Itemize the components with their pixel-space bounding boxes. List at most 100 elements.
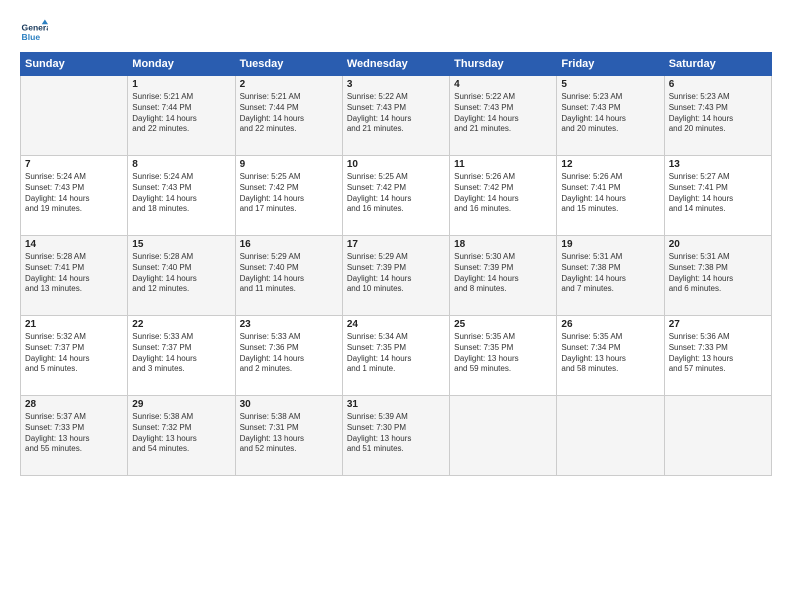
day-cell: 24 Sunrise: 5:34 AM Sunset: 7:35 PM Dayli… <box>342 316 449 396</box>
day-cell <box>21 76 128 156</box>
day-info: Sunrise: 5:31 AM Sunset: 7:38 PM Dayligh… <box>561 252 659 295</box>
day-info: Sunrise: 5:24 AM Sunset: 7:43 PM Dayligh… <box>132 172 230 215</box>
day-cell: 15Sunrise: 5:28 AM Sunset: 7:40 PM Dayli… <box>128 236 235 316</box>
day-info: Sunrise: 5:24 AM Sunset: 7:43 PM Dayligh… <box>25 172 123 215</box>
day-info: Sunrise: 5:23 AM Sunset: 7:43 PM Dayligh… <box>669 92 767 135</box>
week-row-3: 14 Sunrise: 5:28 AM Sunset: 7:41 PM Dayli… <box>21 236 772 316</box>
day-cell: 6Sunrise: 5:23 AM Sunset: 7:43 PM Daylig… <box>664 76 771 156</box>
day-number: 1 <box>132 79 230 90</box>
day-cell: 19 Sunrise: 5:31 AM Sunset: 7:38 PM Dayli… <box>557 236 664 316</box>
day-info: Sunrise: 5:29 AM Sunset: 7:40 PM Dayligh… <box>240 252 338 295</box>
day-info: Sunrise: 5:22 AM Sunset: 7:43 PM Dayligh… <box>454 92 552 135</box>
day-number: 23 <box>240 319 338 330</box>
day-cell: 4 Sunrise: 5:22 AM Sunset: 7:43 PM Daylig… <box>450 76 557 156</box>
day-cell: 31Sunrise: 5:39 AM Sunset: 7:30 PM Dayli… <box>342 396 449 476</box>
day-info: Sunrise: 5:35 AM Sunset: 7:35 PM Dayligh… <box>454 332 552 375</box>
day-info: Sunrise: 5:32 AM Sunset: 7:37 PM Dayligh… <box>25 332 123 375</box>
logo-icon: General Blue <box>20 18 48 46</box>
day-number: 3 <box>347 79 445 90</box>
day-number: 10 <box>347 159 445 170</box>
day-number: 7 <box>25 159 123 170</box>
day-cell: 22 Sunrise: 5:33 AM Sunset: 7:37 PM Dayli… <box>128 316 235 396</box>
day-info: Sunrise: 5:33 AM Sunset: 7:37 PM Dayligh… <box>132 332 230 375</box>
day-number: 4 <box>454 79 552 90</box>
day-number: 8 <box>132 159 230 170</box>
day-info: Sunrise: 5:37 AM Sunset: 7:33 PM Dayligh… <box>25 412 123 455</box>
day-number: 14 <box>25 239 123 250</box>
day-number: 5 <box>561 79 659 90</box>
day-number: 30 <box>240 399 338 410</box>
weekday-header-row: SundayMondayTuesdayWednesdayThursdayFrid… <box>21 53 772 76</box>
day-number: 16 <box>240 239 338 250</box>
weekday-header-wednesday: Wednesday <box>342 53 449 76</box>
day-info: Sunrise: 5:31 AM Sunset: 7:38 PM Dayligh… <box>669 252 767 295</box>
day-number: 25 <box>454 319 552 330</box>
day-number: 29 <box>132 399 230 410</box>
day-cell: 3 Sunrise: 5:22 AM Sunset: 7:43 PM Daylig… <box>342 76 449 156</box>
day-info: Sunrise: 5:35 AM Sunset: 7:34 PM Dayligh… <box>561 332 659 375</box>
day-cell: 7 Sunrise: 5:24 AM Sunset: 7:43 PM Daylig… <box>21 156 128 236</box>
day-info: Sunrise: 5:26 AM Sunset: 7:41 PM Dayligh… <box>561 172 659 215</box>
day-info: Sunrise: 5:30 AM Sunset: 7:39 PM Dayligh… <box>454 252 552 295</box>
day-info: Sunrise: 5:22 AM Sunset: 7:43 PM Dayligh… <box>347 92 445 135</box>
svg-text:Blue: Blue <box>22 32 41 42</box>
day-cell: 12 Sunrise: 5:26 AM Sunset: 7:41 PM Dayli… <box>557 156 664 236</box>
day-number: 24 <box>347 319 445 330</box>
day-cell: 13 Sunrise: 5:27 AM Sunset: 7:41 PM Dayli… <box>664 156 771 236</box>
day-number: 20 <box>669 239 767 250</box>
day-cell: 20 Sunrise: 5:31 AM Sunset: 7:38 PM Dayli… <box>664 236 771 316</box>
day-cell: 14 Sunrise: 5:28 AM Sunset: 7:41 PM Dayli… <box>21 236 128 316</box>
day-cell: 10 Sunrise: 5:25 AM Sunset: 7:42 PM Dayli… <box>342 156 449 236</box>
day-number: 17 <box>347 239 445 250</box>
header: General Blue <box>20 18 772 46</box>
day-info: Sunrise: 5:21 AM Sunset: 7:44 PM Dayligh… <box>240 92 338 135</box>
day-info: Sunrise: 5:39 AM Sunset: 7:30 PM Dayligh… <box>347 412 445 455</box>
day-cell <box>450 396 557 476</box>
weekday-header-saturday: Saturday <box>664 53 771 76</box>
day-cell: 17 Sunrise: 5:29 AM Sunset: 7:39 PM Dayli… <box>342 236 449 316</box>
day-cell: 9 Sunrise: 5:25 AM Sunset: 7:42 PM Daylig… <box>235 156 342 236</box>
day-number: 2 <box>240 79 338 90</box>
day-cell <box>664 396 771 476</box>
day-info: Sunrise: 5:28 AM Sunset: 7:40 PM Dayligh… <box>132 252 230 295</box>
week-row-1: 1 Sunrise: 5:21 AM Sunset: 7:44 PM Daylig… <box>21 76 772 156</box>
day-number: 28 <box>25 399 123 410</box>
day-number: 27 <box>669 319 767 330</box>
logo: General Blue <box>20 18 52 46</box>
day-cell: 11Sunrise: 5:26 AM Sunset: 7:42 PM Dayli… <box>450 156 557 236</box>
day-cell: 26Sunrise: 5:35 AM Sunset: 7:34 PM Dayli… <box>557 316 664 396</box>
day-info: Sunrise: 5:38 AM Sunset: 7:31 PM Dayligh… <box>240 412 338 455</box>
day-info: Sunrise: 5:36 AM Sunset: 7:33 PM Dayligh… <box>669 332 767 375</box>
day-number: 13 <box>669 159 767 170</box>
day-cell <box>557 396 664 476</box>
day-number: 22 <box>132 319 230 330</box>
page: General Blue SundayMondayTuesdayWednesda… <box>0 0 792 612</box>
calendar-body: 1 Sunrise: 5:21 AM Sunset: 7:44 PM Daylig… <box>21 76 772 476</box>
day-number: 12 <box>561 159 659 170</box>
day-cell: 1 Sunrise: 5:21 AM Sunset: 7:44 PM Daylig… <box>128 76 235 156</box>
weekday-header-thursday: Thursday <box>450 53 557 76</box>
day-number: 19 <box>561 239 659 250</box>
week-row-5: 28 Sunrise: 5:37 AM Sunset: 7:33 PM Dayli… <box>21 396 772 476</box>
day-info: Sunrise: 5:28 AM Sunset: 7:41 PM Dayligh… <box>25 252 123 295</box>
day-info: Sunrise: 5:34 AM Sunset: 7:35 PM Dayligh… <box>347 332 445 375</box>
day-cell: 23Sunrise: 5:33 AM Sunset: 7:36 PM Dayli… <box>235 316 342 396</box>
day-info: Sunrise: 5:21 AM Sunset: 7:44 PM Dayligh… <box>132 92 230 135</box>
day-cell: 30 Sunrise: 5:38 AM Sunset: 7:31 PM Dayli… <box>235 396 342 476</box>
day-info: Sunrise: 5:25 AM Sunset: 7:42 PM Dayligh… <box>240 172 338 215</box>
day-cell: 29 Sunrise: 5:38 AM Sunset: 7:32 PM Dayli… <box>128 396 235 476</box>
day-info: Sunrise: 5:27 AM Sunset: 7:41 PM Dayligh… <box>669 172 767 215</box>
week-row-2: 7 Sunrise: 5:24 AM Sunset: 7:43 PM Daylig… <box>21 156 772 236</box>
day-cell: 25 Sunrise: 5:35 AM Sunset: 7:35 PM Dayli… <box>450 316 557 396</box>
day-cell: 27 Sunrise: 5:36 AM Sunset: 7:33 PM Dayli… <box>664 316 771 396</box>
day-info: Sunrise: 5:29 AM Sunset: 7:39 PM Dayligh… <box>347 252 445 295</box>
day-cell: 5Sunrise: 5:23 AM Sunset: 7:43 PM Daylig… <box>557 76 664 156</box>
weekday-header-sunday: Sunday <box>21 53 128 76</box>
day-number: 9 <box>240 159 338 170</box>
day-number: 18 <box>454 239 552 250</box>
day-info: Sunrise: 5:38 AM Sunset: 7:32 PM Dayligh… <box>132 412 230 455</box>
day-cell: 8 Sunrise: 5:24 AM Sunset: 7:43 PM Daylig… <box>128 156 235 236</box>
day-info: Sunrise: 5:25 AM Sunset: 7:42 PM Dayligh… <box>347 172 445 215</box>
day-cell: 2 Sunrise: 5:21 AM Sunset: 7:44 PM Daylig… <box>235 76 342 156</box>
day-cell: 28 Sunrise: 5:37 AM Sunset: 7:33 PM Dayli… <box>21 396 128 476</box>
